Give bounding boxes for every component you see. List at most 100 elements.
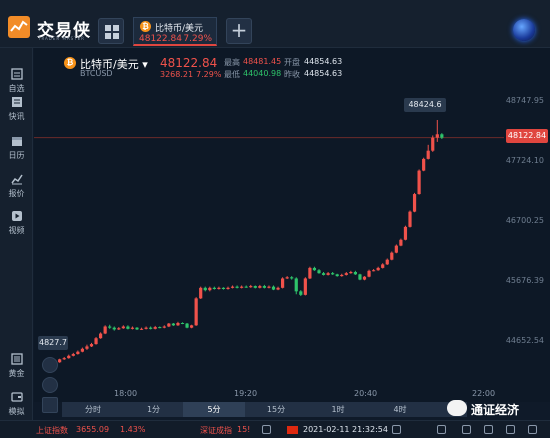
grid-menu-button[interactable] <box>98 18 124 44</box>
candle-body <box>372 270 376 272</box>
sidebar-item-gold[interactable]: 黄金 <box>0 353 33 389</box>
candle-body <box>244 286 248 288</box>
star-list-icon <box>10 68 23 80</box>
candle-body <box>76 351 80 355</box>
fullscreen-icon[interactable] <box>506 425 515 434</box>
period-5m[interactable]: 5分 <box>183 402 245 417</box>
candle-body <box>340 274 344 277</box>
low-marker: 4827.7 <box>38 336 68 350</box>
candle-body <box>344 273 348 275</box>
sidebar-item-quotes[interactable]: 报价 <box>0 173 33 209</box>
candle-body <box>190 325 194 328</box>
candle-body <box>176 322 180 326</box>
candle-body <box>267 286 271 288</box>
candle-body <box>194 298 198 326</box>
candle-body <box>399 239 403 246</box>
candle-body <box>135 327 139 330</box>
candle-body <box>139 328 144 330</box>
candle-body <box>167 323 171 327</box>
tab-name: 比特币/美元 <box>155 24 204 34</box>
candle-body <box>290 277 294 279</box>
candle-body <box>258 286 262 288</box>
candle-body <box>281 278 285 288</box>
news-icon <box>11 97 22 107</box>
candle-body <box>103 326 107 334</box>
candle-body <box>422 158 426 171</box>
candle-body <box>121 326 125 329</box>
status-bar: 上证指数 3655.09 1.43% 深证成指 15! 2021-02-11 2… <box>0 420 550 438</box>
sidebar-item-news[interactable]: 快讯 <box>0 96 33 132</box>
period-tick[interactable]: 分时 <box>62 402 124 417</box>
period-1m[interactable]: 1分 <box>124 402 183 417</box>
candle-body <box>285 277 289 279</box>
candle-body <box>253 286 257 288</box>
candle-body <box>431 137 435 151</box>
candle-body <box>276 287 280 290</box>
index-name[interactable]: 上证指数 <box>36 425 68 436</box>
sidebar: 自选 快讯 日历 报价 视频 黄金 模拟 <box>0 48 33 420</box>
period-4h[interactable]: 4时 <box>369 402 431 417</box>
second-index-name[interactable]: 深证成指 <box>200 425 232 436</box>
add-tab-button[interactable]: + <box>226 18 252 44</box>
candle-body <box>367 270 371 277</box>
candle-body <box>153 327 157 329</box>
candle-body <box>108 326 112 328</box>
candle-body <box>203 287 207 291</box>
period-1h[interactable]: 1时 <box>307 402 369 417</box>
tab-btcusd[interactable]: ₿ 比特币/美元 48122.84 7.29% <box>133 17 217 46</box>
x-tick-label: 22:00 <box>472 389 496 398</box>
sidebar-item-label: 视频 <box>8 226 25 235</box>
candle-body <box>162 326 166 328</box>
candle-body <box>144 327 148 329</box>
headset-icon[interactable] <box>262 425 271 434</box>
candle-body <box>308 267 312 279</box>
candle-body <box>112 327 116 330</box>
sidebar-item-label: 报价 <box>8 189 25 198</box>
settings-icon[interactable] <box>437 425 446 434</box>
candle-body <box>249 286 253 288</box>
top-bar: 交易侠 TRADER MASTER ₿ 比特币/美元 48122.84 7.29… <box>0 0 550 48</box>
candle-body <box>262 286 266 288</box>
quote-chart-icon <box>10 174 23 185</box>
sidebar-item-video[interactable]: 视频 <box>0 210 33 246</box>
candle-body <box>403 226 408 240</box>
candle-body <box>385 259 389 265</box>
sidebar-item-label: 自选 <box>8 84 25 93</box>
sidebar-item-calendar[interactable]: 日历 <box>0 135 33 171</box>
assistant-orb-icon[interactable] <box>513 19 535 41</box>
candle-body <box>349 271 353 274</box>
wechat-icon <box>447 400 467 416</box>
indicator-tool-icon[interactable] <box>42 397 58 413</box>
crosshair-tool-icon[interactable] <box>42 357 58 373</box>
sound-icon[interactable] <box>462 425 471 434</box>
candle-body <box>440 134 444 138</box>
candle-body <box>230 286 235 288</box>
watermark-text: 通证经济 <box>471 403 520 417</box>
candlestick-plot <box>34 119 504 366</box>
candle-body <box>208 287 212 291</box>
candle-body <box>89 344 94 347</box>
candle-body <box>376 267 380 271</box>
mail-icon[interactable] <box>528 425 537 434</box>
candle-body <box>130 327 135 329</box>
candle-body <box>312 267 317 271</box>
candle-body <box>171 323 175 326</box>
current-price-tag: 48122.84 <box>506 129 548 143</box>
chart-panel[interactable]: ₿ 比特币/美元 ▾ BTCUSD 48122.84 3268.21 7.29%… <box>34 48 550 413</box>
candle-body <box>149 327 153 329</box>
bitcoin-icon: ₿ <box>140 21 151 32</box>
candle-body <box>317 270 321 274</box>
index-pct: 1.43% <box>120 425 146 434</box>
camera-icon[interactable] <box>484 425 493 434</box>
candle-body <box>412 194 417 212</box>
pencil-tool-icon[interactable] <box>42 377 58 393</box>
index-value: 3655.09 <box>76 425 110 434</box>
candle-body <box>185 323 189 328</box>
candle-body <box>321 273 326 275</box>
candle-body <box>94 338 98 345</box>
candle-body <box>221 287 226 289</box>
watermark: 通证经济 <box>447 398 547 420</box>
period-15m[interactable]: 15分 <box>245 402 307 417</box>
candle-body <box>62 358 66 360</box>
lock-icon[interactable] <box>392 425 401 434</box>
